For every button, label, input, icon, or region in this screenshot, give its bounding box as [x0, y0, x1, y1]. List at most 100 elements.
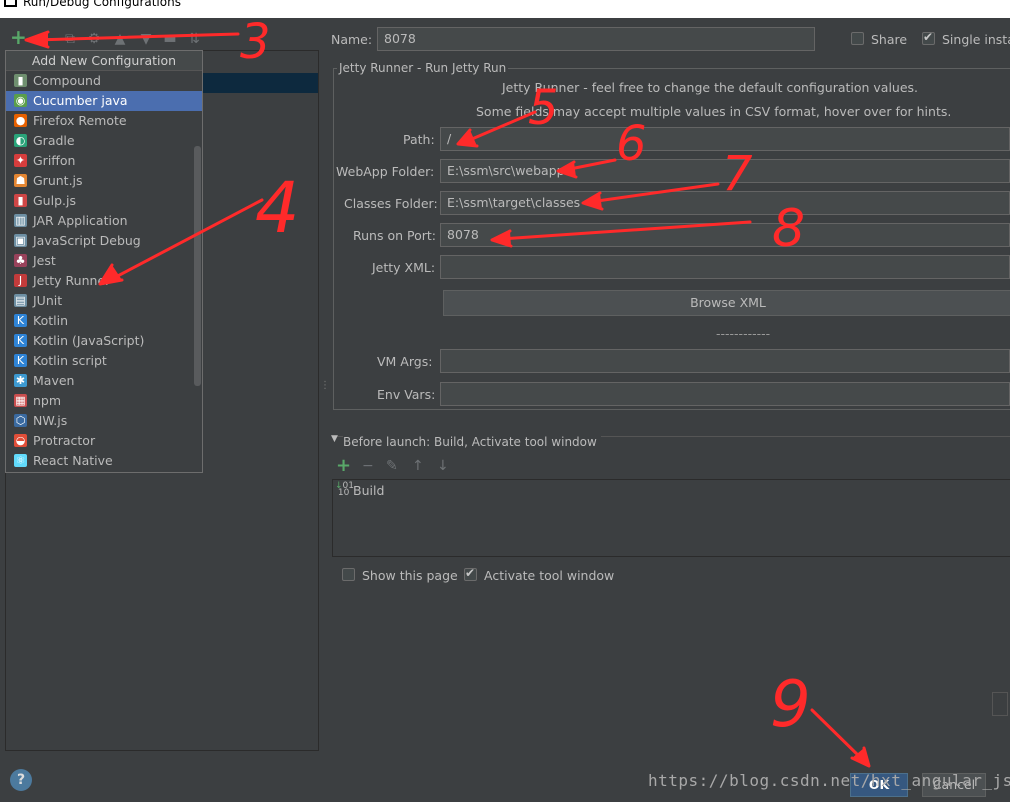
menu-item-label: Gradle — [33, 133, 75, 148]
menu-item[interactable]: K Kotlin — [6, 311, 202, 331]
menu-item-label: Compound — [33, 73, 101, 88]
help-icon[interactable]: ? — [10, 769, 32, 791]
menu-item[interactable]: ☗ Grunt.js — [6, 171, 202, 191]
move-down-icon[interactable]: ▼ — [138, 31, 154, 47]
kotlin-js-icon: K — [14, 334, 27, 347]
add-task-icon[interactable]: + — [336, 455, 351, 476]
menu-item-label: NW.js — [33, 413, 68, 428]
menu-item-label: React Native — [33, 453, 113, 468]
folder-icon[interactable]: ▬ — [162, 31, 178, 47]
window-title: Run/Debug Configurations — [23, 0, 181, 9]
kotlin-icon: K — [14, 314, 27, 327]
collapse-arrow-icon[interactable]: ▼ — [331, 434, 338, 444]
menu-item-label: Kotlin (JavaScript) — [33, 333, 145, 348]
jar-icon: ▥ — [14, 214, 27, 227]
menu-item[interactable]: ⚛ React Native — [6, 451, 202, 471]
single-instance-checkbox[interactable] — [922, 30, 935, 45]
tree-selected-row[interactable] — [200, 73, 318, 93]
cucumber-icon: ◉ — [14, 94, 27, 107]
menu-item[interactable]: K Kotlin script — [6, 351, 202, 371]
menu-item-label: Griffon — [33, 153, 76, 168]
menu-item-label: Maven — [33, 373, 75, 388]
app-icon — [4, 0, 17, 7]
kotlin-script-icon: K — [14, 354, 27, 367]
copy-configuration-icon[interactable]: ⧉ — [62, 31, 78, 47]
menu-item[interactable]: ⬡ NW.js — [6, 411, 202, 431]
runs-on-port-label: Runs on Port: — [353, 228, 436, 243]
path-input[interactable]: / — [440, 127, 1010, 151]
remove-task-icon[interactable]: − — [362, 458, 374, 474]
share-checkbox[interactable] — [851, 32, 864, 45]
menu-item-label: Jetty Runner — [33, 273, 111, 288]
jetty-xml-label: Jetty XML: — [372, 260, 436, 275]
menu-item[interactable]: ▮ Compound — [6, 71, 202, 91]
before-launch-title: Before launch: Build, Activate tool wind… — [343, 435, 601, 449]
folder-icon: ▮ — [14, 74, 27, 87]
classes-folder-input[interactable]: E:\ssm\target\classes — [440, 191, 1010, 215]
edit-task-icon[interactable]: ✎ — [386, 458, 398, 474]
sort-icon[interactable]: ⇅ — [186, 31, 202, 47]
webapp-folder-label: WebApp Folder: — [336, 164, 435, 179]
maven-gear-icon: ✱ — [14, 374, 27, 387]
jest-icon: ♣ — [14, 254, 27, 267]
menu-item-label: Jest — [33, 253, 56, 268]
vm-args-input[interactable] — [440, 349, 1010, 373]
info-line-1: Jetty Runner - feel free to change the d… — [502, 80, 919, 95]
menu-item[interactable]: ◉ Cucumber java — [6, 91, 202, 111]
menu-item[interactable]: ♣ Jest — [6, 251, 202, 271]
window-title-bar: Run/Debug Configurations — [0, 0, 1010, 18]
menu-item[interactable]: ◒ Protractor — [6, 431, 202, 451]
menu-item[interactable]: K Kotlin (JavaScript) — [6, 331, 202, 351]
jetty-icon: J — [14, 274, 27, 287]
menu-item[interactable]: ▣ JavaScript Debug — [6, 231, 202, 251]
menu-item[interactable]: ▦ npm — [6, 391, 202, 411]
move-task-down-icon[interactable]: ↓ — [437, 458, 449, 474]
menu-item[interactable]: ✱ Maven — [6, 371, 202, 391]
info-line-2: Some fields may accept multiple values i… — [476, 104, 952, 119]
separator-text: ------------ — [716, 326, 771, 341]
move-task-up-icon[interactable]: ↑ — [412, 458, 424, 474]
show-this-page-checkbox[interactable] — [342, 568, 355, 581]
jetty-xml-input[interactable] — [440, 255, 1010, 279]
webapp-folder-input[interactable]: E:\ssm\src\webapp — [440, 159, 1010, 183]
add-configuration-icon[interactable]: + — [10, 27, 27, 47]
menu-item-label: JUnit — [33, 293, 63, 308]
env-vars-input[interactable] — [440, 382, 1010, 406]
env-vars-label: Env Vars: — [377, 387, 436, 402]
junit-icon: ▤ — [14, 294, 27, 307]
menu-item-label: Firefox Remote — [33, 113, 127, 128]
edit-defaults-icon[interactable]: ⚙ — [86, 31, 102, 47]
menu-item[interactable]: ✦ Griffon — [6, 151, 202, 171]
resize-grip[interactable] — [992, 692, 1008, 716]
gradle-icon: ◐ — [14, 134, 27, 147]
splitter-handle[interactable]: ⋮ — [320, 380, 330, 391]
menu-item[interactable]: ◐ Gradle — [6, 131, 202, 151]
menu-item[interactable]: ● Firefox Remote — [6, 111, 202, 131]
popup-scrollbar[interactable] — [194, 146, 201, 386]
nwjs-icon: ⬡ — [14, 414, 27, 427]
annotation-arrow — [810, 708, 867, 764]
menu-item[interactable]: ▤ JUnit — [6, 291, 202, 311]
activate-tool-window-checkbox[interactable] — [464, 566, 477, 581]
classes-folder-label: Classes Folder: — [344, 196, 438, 211]
before-launch-list[interactable]: ↓01 10 Build — [332, 479, 1010, 557]
annotation-arrowhead — [850, 746, 871, 768]
menu-item-label: Gulp.js — [33, 193, 76, 208]
runs-on-port-input[interactable]: 8078 — [440, 223, 1010, 247]
move-up-icon[interactable]: ▲ — [112, 31, 128, 47]
show-this-page-label: Show this page — [362, 568, 458, 583]
share-label: Share — [871, 32, 908, 47]
list-item[interactable]: Build — [353, 483, 384, 498]
menu-item[interactable]: ▥ JAR Application — [6, 211, 202, 231]
remove-configuration-icon[interactable]: − — [42, 31, 58, 47]
annotation-number: 9 — [770, 668, 811, 742]
menu-item[interactable]: ▮ Gulp.js — [6, 191, 202, 211]
browse-xml-button[interactable]: Browse XML — [443, 290, 1010, 316]
menu-item-label: Kotlin — [33, 313, 68, 328]
build-icon: ↓01 10 — [335, 481, 354, 498]
watermark-text: https://blog.csdn.net/hxt_angular_js — [648, 771, 1010, 790]
name-input[interactable]: 8078 — [377, 27, 815, 51]
single-instance-label: Single instar — [942, 32, 1010, 47]
menu-item[interactable]: J Jetty Runner — [6, 271, 202, 291]
firefox-icon: ● — [14, 114, 27, 127]
